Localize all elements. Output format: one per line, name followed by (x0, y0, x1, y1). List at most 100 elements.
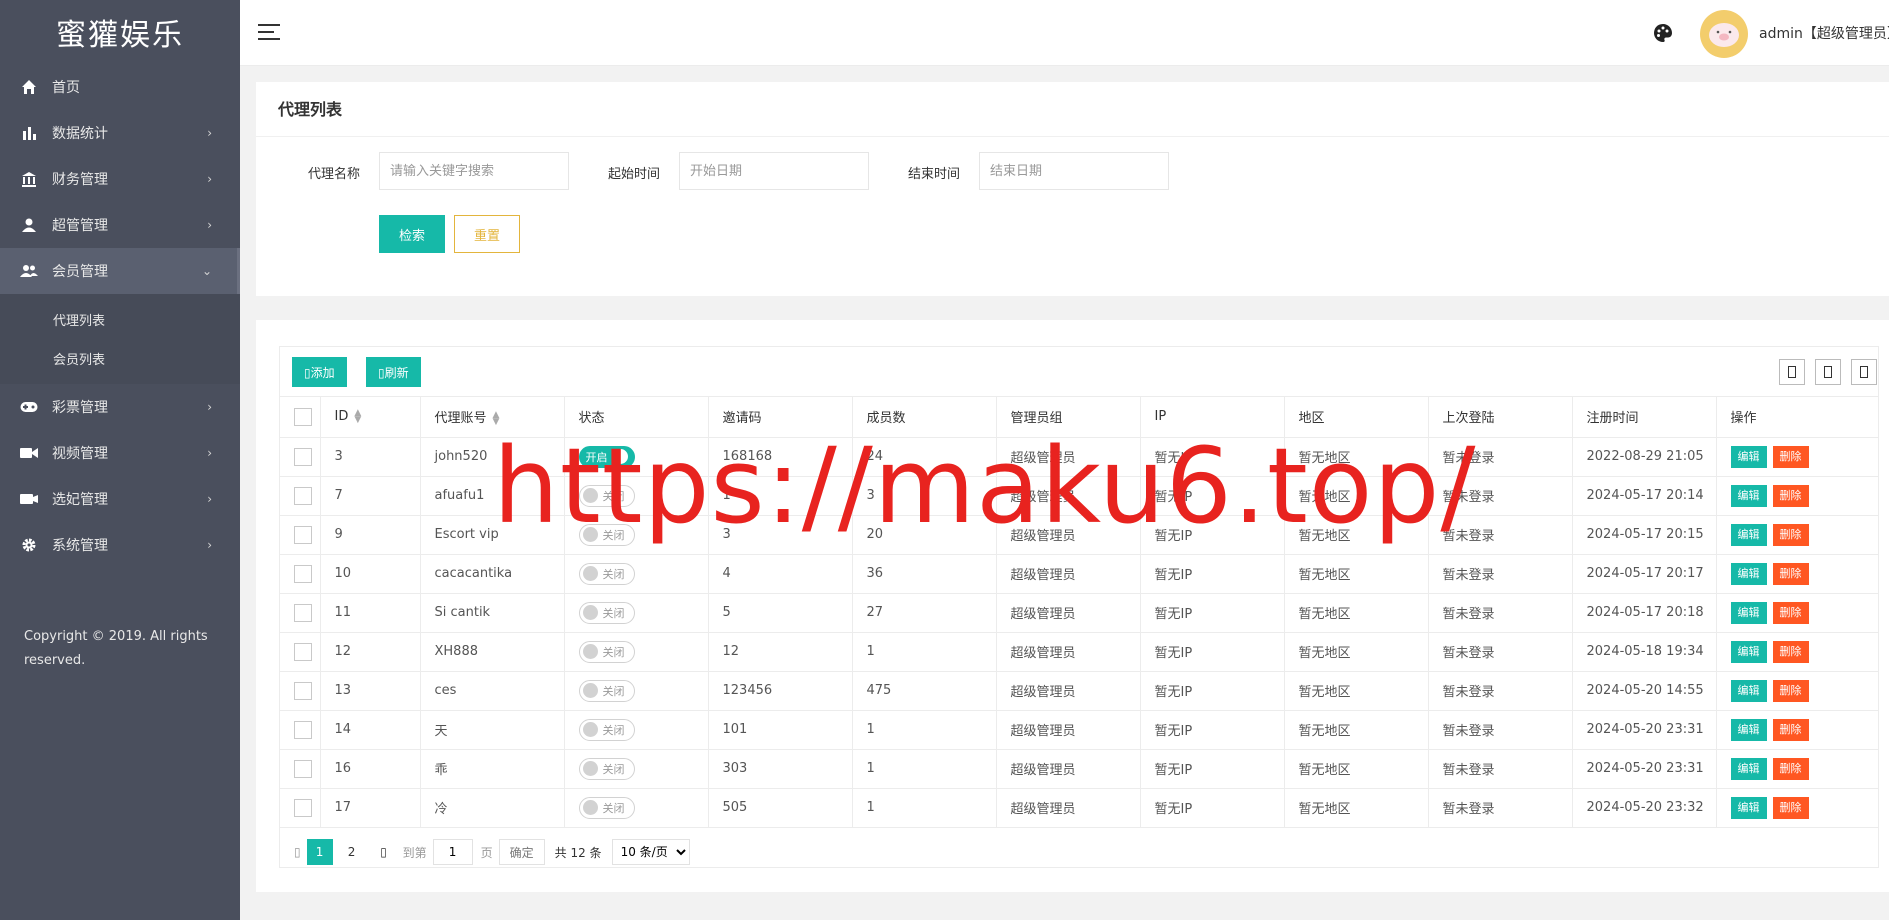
delete-button[interactable]: 删除 (1772, 562, 1809, 585)
add-button[interactable]: ▯添加 (292, 357, 347, 387)
edit-button[interactable]: 编辑 (1730, 679, 1767, 702)
cell-region: 暂无地区 (1284, 593, 1429, 633)
sidebar-item-system[interactable]: 系统管理 › (0, 522, 240, 568)
row-checkbox[interactable] (294, 564, 312, 583)
reset-button[interactable]: 重置 (454, 215, 520, 253)
edit-button[interactable]: 编辑 (1730, 562, 1767, 585)
refresh-button[interactable]: ▯刷新 (366, 357, 421, 387)
status-toggle[interactable]: 开启 (578, 445, 635, 468)
agent-name-input[interactable] (379, 152, 569, 190)
row-checkbox[interactable] (294, 642, 312, 661)
row-checkbox[interactable] (294, 798, 312, 817)
cell-id: 16 (320, 749, 421, 789)
delete-button[interactable]: 删除 (1772, 484, 1809, 507)
page-1[interactable]: 1 (306, 839, 333, 865)
sidebar-item-super-admin[interactable]: 超管管理 › (0, 202, 240, 248)
goto-confirm-button[interactable]: 确定 (498, 839, 545, 865)
column-header-account[interactable]: 代理账号 ▲ ▼ (420, 397, 565, 438)
cell-members: 36 (852, 554, 997, 594)
next-page-icon[interactable]: ▯ (371, 839, 397, 865)
search-button[interactable]: 检索 (379, 215, 445, 253)
cell-id: 10 (320, 554, 421, 594)
edit-button[interactable]: 编辑 (1730, 796, 1767, 819)
print-icon[interactable] (1851, 359, 1877, 385)
row-checkbox[interactable] (294, 447, 312, 466)
sidebar-subitem-agent-list[interactable]: 代理列表 (0, 300, 240, 339)
delete-button[interactable]: 删除 (1772, 601, 1809, 624)
prev-page-icon[interactable]: ▯ (294, 845, 301, 859)
row-checkbox[interactable] (294, 603, 312, 622)
edit-button[interactable]: 编辑 (1730, 523, 1767, 546)
status-toggle[interactable]: 关闭 (578, 523, 635, 546)
cell-ip: 暂无IP (1140, 710, 1285, 750)
status-toggle[interactable]: 关闭 (578, 718, 635, 741)
bank-icon (20, 170, 38, 188)
edit-button[interactable]: 编辑 (1730, 445, 1767, 468)
delete-button[interactable]: 删除 (1772, 679, 1809, 702)
table-body: 3 john520 开启 168168 24 超级管理员 暂无IP 暂无地区 暂未登录 2022-… (280, 437, 1878, 828)
sidebar-item-members[interactable]: 会员管理 ⌄ (0, 248, 240, 294)
cell-reg-time: 2024-05-17 20:14 (1572, 476, 1717, 516)
delete-button[interactable]: 删除 (1772, 445, 1809, 468)
row-checkbox[interactable] (294, 486, 312, 505)
cell-last-login: 暂未登录 (1428, 515, 1573, 555)
sidebar-item-finance[interactable]: 财务管理 › (0, 156, 240, 202)
status-toggle[interactable]: 关闭 (578, 484, 635, 507)
avatar[interactable] (1700, 10, 1748, 58)
row-checkbox[interactable] (294, 759, 312, 778)
export-icon[interactable] (1815, 359, 1841, 385)
edit-button[interactable]: 编辑 (1730, 757, 1767, 780)
status-toggle[interactable]: 关闭 (578, 796, 635, 819)
status-toggle[interactable]: 关闭 (578, 640, 635, 663)
palette-icon[interactable] (1652, 22, 1674, 44)
agent-table: ID ▲ ▼ 代理账号 ▲ ▼ 状态 邀请码 成员数 管理员组 IP 地区 上次登陆 注… (280, 397, 1878, 828)
page-2[interactable]: 2 (339, 839, 365, 865)
sidebar-subitem-member-list[interactable]: 会员列表 (0, 339, 240, 378)
end-date-label: 结束时间 (908, 167, 961, 182)
start-date-input[interactable] (679, 152, 869, 190)
edit-button[interactable]: 编辑 (1730, 640, 1767, 663)
cell-members: 24 (852, 437, 997, 477)
status-toggle[interactable]: 关闭 (578, 601, 635, 624)
menu-toggle-icon[interactable] (258, 24, 280, 42)
delete-button[interactable]: 删除 (1772, 523, 1809, 546)
table-row: 13 ces 关闭 123456 475 超级管理员 暂无IP 暂无地区 暂未登录 2024-05… (280, 671, 1878, 711)
toggle-label: 关闭 (602, 801, 625, 815)
delete-button[interactable]: 删除 (1772, 757, 1809, 780)
delete-button[interactable]: 删除 (1772, 718, 1809, 741)
sort-icon[interactable]: ▲ ▼ (493, 410, 500, 426)
edit-button[interactable]: 编辑 (1730, 601, 1767, 624)
cell-reg-time: 2024-05-17 20:18 (1572, 593, 1717, 633)
page-size-select[interactable]: 10 条/页 (611, 839, 690, 865)
sidebar-item-lottery[interactable]: 彩票管理 › (0, 384, 240, 430)
row-checkbox[interactable] (294, 720, 312, 739)
column-header-region: 地区 (1284, 397, 1429, 438)
sidebar-item-home[interactable]: 首页 (0, 64, 240, 110)
row-checkbox[interactable] (294, 525, 312, 544)
status-toggle[interactable]: 关闭 (578, 562, 635, 585)
cell-invite-code: 4 (708, 554, 853, 594)
sidebar-menu: 首页 数据统计 › 财务管理 › 超管管理 › 会员管理 ⌄ (0, 64, 240, 294)
goto-page-input[interactable] (432, 839, 473, 865)
sidebar-item-concubine[interactable]: 选妃管理 › (0, 476, 240, 522)
row-select-cell (280, 749, 321, 789)
status-toggle[interactable]: 关闭 (578, 757, 635, 780)
select-all-checkbox[interactable] (294, 407, 312, 426)
user-name[interactable]: admin【超级管理员】 (1759, 23, 1889, 43)
column-header-id[interactable]: ID ▲ ▼ (320, 397, 421, 438)
delete-button[interactable]: 删除 (1772, 640, 1809, 663)
delete-button[interactable]: 删除 (1772, 796, 1809, 819)
edit-button[interactable]: 编辑 (1730, 718, 1767, 741)
sidebar-item-data-stats[interactable]: 数据统计 › (0, 110, 240, 156)
cell-reg-time: 2024-05-18 19:34 (1572, 632, 1717, 672)
column-header-last-login: 上次登陆 (1428, 397, 1573, 438)
sidebar-item-video[interactable]: 视频管理 › (0, 430, 240, 476)
end-date-input[interactable] (979, 152, 1169, 190)
row-checkbox[interactable] (294, 681, 312, 700)
cell-ip: 暂无IP (1140, 476, 1285, 516)
edit-button[interactable]: 编辑 (1730, 484, 1767, 507)
filter-columns-icon[interactable] (1779, 359, 1805, 385)
status-toggle[interactable]: 关闭 (578, 679, 635, 702)
sort-icon[interactable]: ▲ ▼ (354, 408, 361, 424)
cell-members: 27 (852, 593, 997, 633)
